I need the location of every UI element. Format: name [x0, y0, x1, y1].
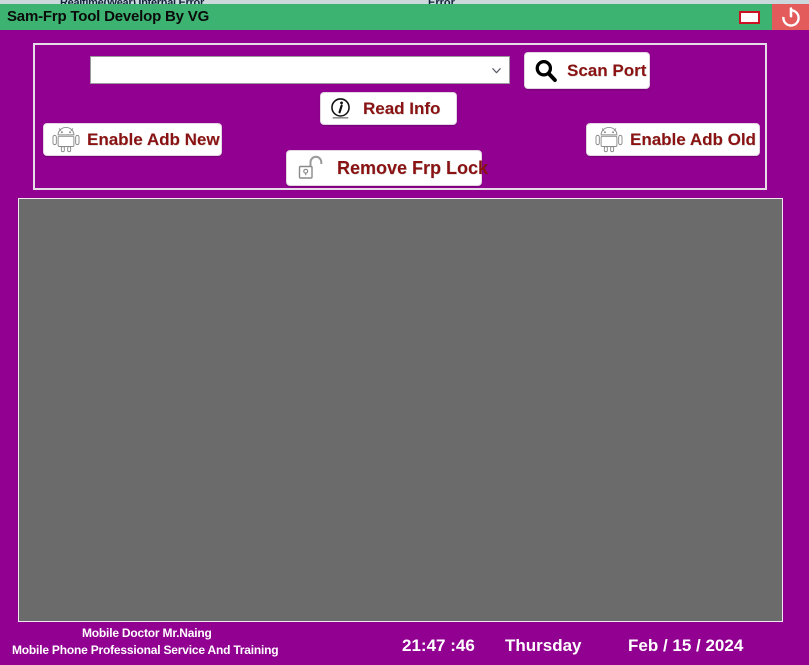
window-title: Sam-Frp Tool Develop By VG: [7, 8, 210, 25]
brand-line-2: Mobile Phone Professional Service And Tr…: [12, 643, 279, 657]
enable-adb-old-button[interactable]: Enable Adb Old: [586, 123, 760, 156]
app-window: Realtime(Wear) Internal Error Error Sam-…: [0, 0, 809, 665]
status-date: Feb / 15 / 2024: [628, 636, 744, 655]
android-robot-icon: [594, 126, 624, 153]
open-padlock-icon: [297, 154, 327, 182]
android-robot-icon: [51, 126, 81, 153]
enable-adb-new-label: Enable Adb New: [87, 129, 220, 149]
title-bar: Sam-Frp Tool Develop By VG: [0, 4, 809, 30]
scan-port-button[interactable]: Scan Port: [524, 52, 650, 89]
status-day: Thursday: [505, 636, 582, 655]
magnifier-icon: [533, 58, 559, 84]
port-select[interactable]: [90, 56, 510, 84]
scan-port-label: Scan Port: [567, 60, 647, 80]
status-bar: Mobile Doctor Mr.Naing Mobile Phone Prof…: [0, 624, 809, 665]
close-button[interactable]: [772, 4, 809, 30]
brand-line-1: Mobile Doctor Mr.Naing: [82, 626, 212, 640]
read-info-label: Read Info: [363, 98, 441, 118]
remove-frp-lock-label: Remove Frp Lock: [337, 157, 489, 178]
minimize-button[interactable]: [735, 4, 764, 30]
enable-adb-new-button[interactable]: Enable Adb New: [43, 123, 222, 156]
read-info-button[interactable]: Read Info: [320, 92, 457, 125]
minimize-icon: [739, 10, 760, 24]
info-circle-icon: [328, 96, 353, 121]
status-time: 21:47 :46: [402, 636, 475, 655]
chevron-down-icon: [492, 68, 501, 74]
power-close-icon: [781, 7, 800, 27]
log-output-panel[interactable]: [18, 198, 783, 622]
remove-frp-lock-button[interactable]: Remove Frp Lock: [286, 150, 488, 186]
enable-adb-old-label: Enable Adb Old: [630, 129, 756, 149]
